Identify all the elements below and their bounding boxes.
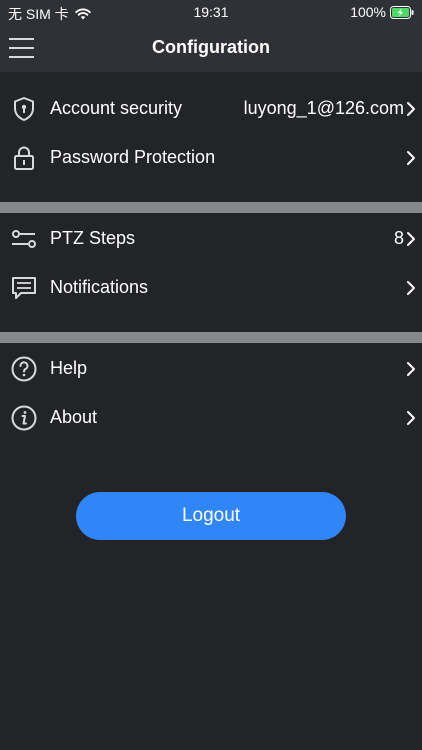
status-bar: 无 SIM 卡 19:31 100% xyxy=(0,0,422,24)
row-label: Account security xyxy=(50,98,183,118)
chevron-right-icon xyxy=(406,410,416,426)
sliders-icon xyxy=(10,225,38,253)
row-label: About xyxy=(50,407,98,427)
account-email-value: luyong_1@126.com xyxy=(243,98,404,118)
lock-icon xyxy=(10,144,38,172)
chevron-right-icon xyxy=(406,231,416,247)
section-divider xyxy=(0,332,422,343)
page-title: Configuration xyxy=(152,37,270,57)
section-divider xyxy=(0,202,422,213)
logout-button[interactable]: Logout xyxy=(76,492,346,540)
help-icon xyxy=(10,355,38,383)
row-label: Notifications xyxy=(50,277,149,297)
password-protection-row[interactable]: Password Protection xyxy=(0,133,422,182)
nav-bar: Configuration xyxy=(0,24,422,72)
about-row[interactable]: About xyxy=(0,393,422,442)
battery-charging-icon xyxy=(390,5,414,19)
status-right: 100% xyxy=(350,4,414,20)
chevron-right-icon xyxy=(406,361,416,377)
info-icon xyxy=(10,404,38,432)
battery-percentage: 100% xyxy=(350,4,386,20)
chevron-right-icon xyxy=(406,101,416,117)
ptz-steps-value: 8 xyxy=(393,228,404,248)
row-label: PTZ Steps xyxy=(50,228,136,248)
account-security-row[interactable]: Account security luyong_1@126.com xyxy=(0,84,422,133)
shield-icon xyxy=(10,95,38,123)
ptz-steps-row[interactable]: PTZ Steps 8 xyxy=(0,214,422,263)
help-row[interactable]: Help xyxy=(0,344,422,393)
row-label: Help xyxy=(50,358,88,378)
row-label: Password Protection xyxy=(50,147,216,167)
chevron-right-icon xyxy=(406,280,416,296)
message-icon xyxy=(10,274,38,302)
notifications-row[interactable]: Notifications xyxy=(0,263,422,312)
chevron-right-icon xyxy=(406,150,416,166)
